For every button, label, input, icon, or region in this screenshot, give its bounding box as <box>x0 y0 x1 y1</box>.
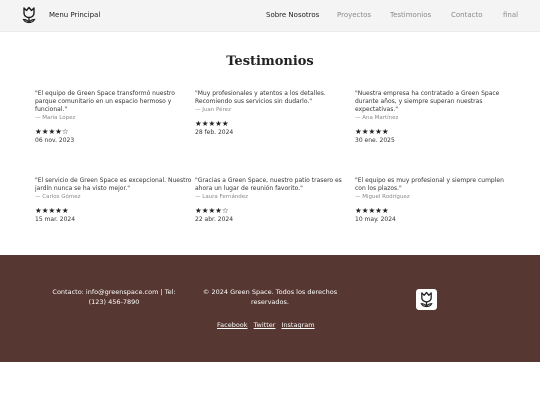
testimonial-date: 28 feb. 2024 <box>195 129 234 136</box>
star-rating: ★★★★★ <box>35 206 69 215</box>
footer-social-links: Facebook Twitter Instagram <box>217 321 319 329</box>
testimonial-quote: "Gracias a Green Space, nuestro patio tr… <box>195 177 342 192</box>
testimonial-card: "Muy profesionales y atentos a los detal… <box>195 90 355 137</box>
twitter-link[interactable]: Twitter <box>254 321 276 329</box>
testimonial-author: — Ana Martínez <box>355 115 399 121</box>
facebook-link[interactable]: Facebook <box>217 321 248 329</box>
testimonial-card: "Nuestra empresa ha contratado a Green S… <box>355 90 515 145</box>
testimonial-author: — Laura Fernández <box>195 194 249 200</box>
testimonial-quote: "Muy profesionales y atentos a los detal… <box>195 90 326 105</box>
testimonial-card: "El equipo es muy profesional y siempre … <box>355 177 515 224</box>
testimonial-quote: "El equipo es muy profesional y siempre … <box>355 177 504 192</box>
testimonial-card: "El servicio de Green Space es excepcion… <box>35 177 195 224</box>
testimonial-date: 30 ene. 2025 <box>355 137 395 144</box>
testimonial-date: 15 mar. 2024 <box>35 216 76 223</box>
testimonial-card: "El equipo de Green Space transformó nue… <box>35 90 195 145</box>
nav-proyectos[interactable]: Proyectos <box>337 11 371 19</box>
testimonial-quote: "El servicio de Green Space es excepcion… <box>35 177 192 192</box>
nav-contacto[interactable]: Contacto <box>451 11 483 19</box>
top-navbar: Menu Principal Sobre Nosotros Proyectos … <box>0 0 540 32</box>
footer-contact: Contacto: info@greenspace.com | Tel: (12… <box>52 288 176 306</box>
testimonial-date: 10 may. 2024 <box>355 216 396 223</box>
instagram-link[interactable]: Instagram <box>282 321 315 329</box>
star-rating: ★★★★★ <box>355 127 389 136</box>
nav-final[interactable]: final <box>503 11 518 19</box>
testimonial-author: — Carlos Gómez <box>35 194 81 200</box>
star-rating: ★★★★★ <box>355 206 389 215</box>
star-rating: ★★★★★ <box>195 119 229 128</box>
testimonial-date: 06 nov. 2023 <box>35 137 75 144</box>
tulip-icon <box>420 291 433 308</box>
testimonials-section: Testimonios "El equipo de Green Space tr… <box>0 33 540 255</box>
testimonial-card: "Gracias a Green Space, nuestro patio tr… <box>195 177 355 224</box>
testimonial-quote: "Nuestra empresa ha contratado a Green S… <box>355 90 500 113</box>
testimonial-quote: "El equipo de Green Space transformó nue… <box>35 90 175 113</box>
nav-sobre-nosotros[interactable]: Sobre Nosotros <box>266 11 319 19</box>
footer-logo <box>416 289 437 310</box>
nav-testimonios[interactable]: Testimonios <box>390 11 431 19</box>
brand-menu-link[interactable]: Menu Principal <box>49 11 100 19</box>
testimonial-author: — María López <box>35 115 76 121</box>
section-title: Testimonios <box>226 54 314 69</box>
site-footer: Contacto: info@greenspace.com | Tel: (12… <box>0 255 540 362</box>
testimonial-date: 22 abr. 2024 <box>195 216 234 223</box>
footer-copyright: © 2024 Green Space. Todos los derechos r… <box>202 288 338 306</box>
star-rating: ★★★★☆ <box>195 206 229 215</box>
star-rating: ★★★★☆ <box>35 127 69 136</box>
testimonial-author: — Juan Pérez <box>195 107 231 113</box>
tulip-logo-icon[interactable] <box>21 6 37 24</box>
testimonial-author: — Miguel Rodríguez <box>355 194 410 200</box>
